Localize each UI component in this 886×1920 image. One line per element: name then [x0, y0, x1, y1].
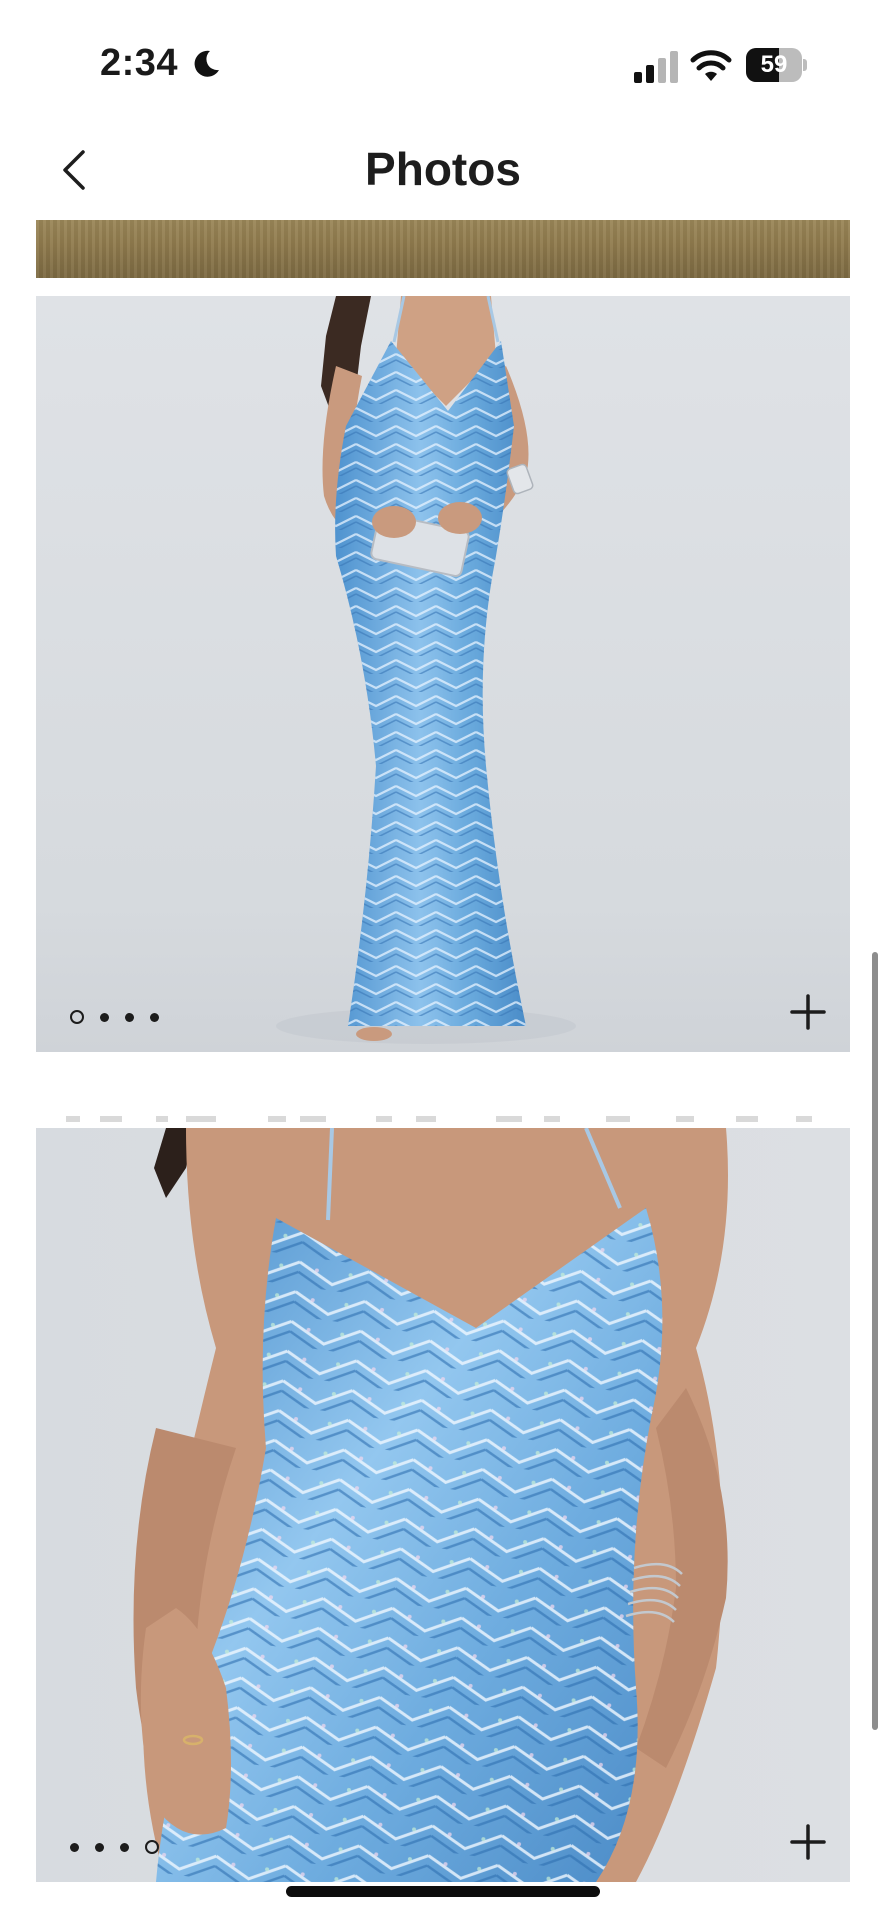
scrollbar[interactable] [872, 952, 878, 1730]
home-indicator[interactable] [286, 1886, 600, 1897]
photo-card[interactable] [36, 1128, 850, 1882]
carousel-dot[interactable] [125, 1012, 134, 1022]
carousel-dot[interactable] [150, 1012, 159, 1022]
cellular-signal-icon [634, 51, 678, 83]
photo-card[interactable] [36, 296, 850, 1052]
battery-body: 59 [746, 48, 802, 82]
wifi-icon [690, 50, 732, 81]
page-title: Photos [365, 143, 521, 195]
obscured-caption [66, 1116, 812, 1122]
carousel-dot[interactable] [70, 1842, 79, 1852]
battery-cap [803, 59, 807, 71]
moon-icon [194, 50, 219, 77]
plus-icon[interactable] [786, 990, 830, 1034]
carousel-dot[interactable] [120, 1842, 129, 1852]
status-bar: 2:34 59 [0, 0, 886, 120]
status-time: 2:34 [100, 42, 179, 84]
product-photo-closeup [36, 1128, 850, 1882]
carousel-dot[interactable] [100, 1012, 109, 1022]
carousel-dots[interactable] [70, 1010, 159, 1024]
photo-thumbnail-partial[interactable] [36, 220, 850, 278]
battery-level: 59 [760, 51, 788, 78]
plus-icon[interactable] [786, 1820, 830, 1864]
carousel-dot-active[interactable] [70, 1010, 84, 1024]
carousel-dot-active[interactable] [145, 1840, 159, 1854]
carousel-dot[interactable] [95, 1842, 104, 1852]
battery-indicator: 59 [746, 48, 807, 82]
product-photo-full-length [36, 296, 850, 1052]
card-separator [36, 1096, 850, 1124]
nav-header: Photos [0, 120, 886, 220]
carousel-dots[interactable] [70, 1840, 159, 1854]
